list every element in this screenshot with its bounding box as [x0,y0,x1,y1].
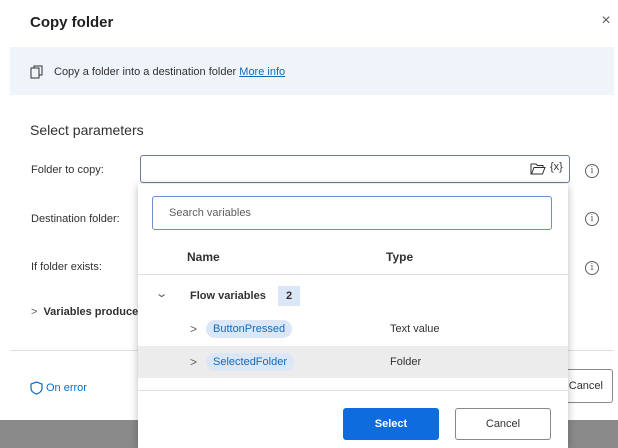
folder-open-icon[interactable] [530,162,546,176]
banner-description: Copy a folder into a destination folder … [54,66,285,78]
info-icon[interactable]: i [585,261,599,275]
folder-to-copy-label: Folder to copy: [31,164,104,176]
variables-produced-label: Variables produced [43,306,139,318]
close-icon[interactable]: × [598,12,614,30]
cancel-button[interactable]: Cancel [565,369,613,403]
chevron-right-icon[interactable]: > [190,322,197,336]
header-divider [138,274,568,275]
info-icon[interactable]: i [585,164,599,178]
insert-variable-icon[interactable]: {x} [550,161,563,173]
folder-to-copy-input[interactable] [140,155,570,183]
group-count-badge: 2 [278,286,300,306]
info-icon[interactable]: i [585,212,599,226]
destination-folder-label: Destination folder: [31,213,120,225]
chevron-down-icon[interactable]: ⌄ [155,287,169,300]
variable-name-pill: SelectedFolder [206,353,294,371]
shield-icon [30,381,43,395]
variable-type: Text value [390,323,440,335]
select-button[interactable]: Select [343,408,439,440]
if-folder-exists-label: If folder exists: [31,261,102,273]
column-header-name[interactable]: Name [187,250,220,264]
dialog-title: Copy folder [30,14,114,31]
more-info-link[interactable]: More info [239,66,285,78]
on-error-label: On error [46,381,87,394]
on-error-button[interactable]: On error [30,381,87,395]
banner-text: Copy a folder into a destination folder [54,66,240,78]
column-header-type[interactable]: Type [386,250,413,264]
variable-row-selected[interactable] [138,346,568,378]
chevron-right-icon[interactable]: > [190,355,197,369]
variable-type: Folder [390,356,422,368]
variable-name-pill: ButtonPressed [206,320,293,338]
section-title: Select parameters [30,122,144,138]
variable-row[interactable] [138,313,568,345]
popup-footer-divider [138,390,568,391]
search-variables-input[interactable] [152,196,552,230]
popup-cancel-button[interactable]: Cancel [455,408,551,440]
group-label: Flow variables [190,290,266,302]
copy-icon [30,65,43,79]
chevron-right-icon: > [31,306,38,318]
footer-divider [567,350,614,351]
variables-produced-toggle[interactable]: > Variables produced [31,306,139,318]
footer-divider [10,350,138,351]
